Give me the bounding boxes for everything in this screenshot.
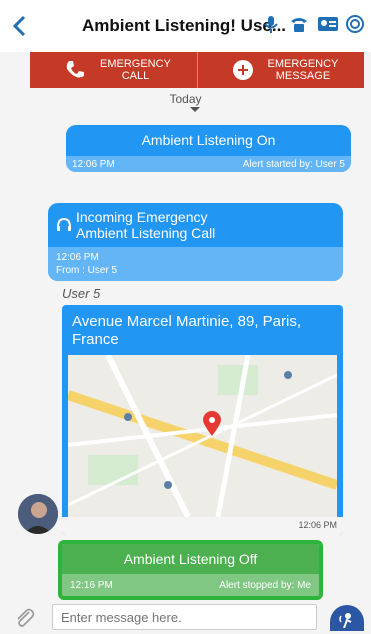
message-incoming-call[interactable]: Incoming Emergency Ambient Listening Cal… <box>48 203 343 281</box>
map-preview[interactable] <box>68 355 337 517</box>
message-ambient-off[interactable]: Ambient Listening Off 12:16 PM Alert sto… <box>58 540 323 600</box>
date-separator-caret <box>190 107 200 112</box>
avatar[interactable] <box>18 494 58 534</box>
message-input[interactable] <box>52 604 317 630</box>
message-time: 12:06 PM <box>72 158 115 170</box>
message-time: 12:06 PM <box>56 252 99 263</box>
message-location[interactable]: Avenue Marcel Martinie, 89, Paris, Franc… <box>62 305 343 535</box>
message-ambient-on[interactable]: Ambient Listening On 12:06 PM Alert star… <box>66 125 351 172</box>
refresh-icon[interactable] <box>345 14 365 34</box>
mic-icon[interactable] <box>261 14 281 34</box>
message-meta: Alert started by: User 5 <box>242 158 345 170</box>
emergency-call-label: EMERGENCY CALL <box>100 58 171 82</box>
date-separator: Today <box>169 92 202 106</box>
emergency-bar: EMERGENCY CALL EMERGENCY MESSAGE <box>30 52 364 88</box>
sender-name: User 5 <box>62 286 101 301</box>
alert-chat-icon <box>232 59 254 81</box>
message-text: Ambient Listening Off <box>123 551 258 567</box>
message-time: 12:16 PM <box>70 579 113 591</box>
contact-card-icon[interactable] <box>317 14 338 34</box>
phone-icon[interactable] <box>289 14 309 34</box>
message-meta: Alert stopped by: Me <box>219 579 311 591</box>
map-pin-icon <box>202 411 222 442</box>
emergency-message-label: EMERGENCY MESSAGE <box>267 58 339 82</box>
location-address: Avenue Marcel Martinie, 89, Paris, Franc… <box>72 313 301 348</box>
message-from: From : User 5 <box>56 265 118 276</box>
paperclip-icon[interactable] <box>14 607 36 629</box>
emergency-call-button[interactable]: EMERGENCY CALL <box>30 52 197 88</box>
voice-input-button[interactable] <box>330 605 364 631</box>
call-title-line1: Incoming Emergency <box>76 209 208 225</box>
emergency-message-button[interactable]: EMERGENCY MESSAGE <box>196 52 364 88</box>
page-title: Ambient Listening! Use... <box>82 16 287 35</box>
voice-icon <box>339 610 355 633</box>
headset-icon <box>56 217 72 233</box>
back-chevron-icon[interactable] <box>4 0 34 52</box>
call-title-line2: Ambient Listening Call <box>76 225 216 241</box>
message-time: 12:06 PM <box>298 520 337 530</box>
top-bar: Ambient Listening! Use... <box>0 0 371 52</box>
message-text: Ambient Listening On <box>141 132 276 148</box>
phone-handset-icon <box>64 59 86 81</box>
